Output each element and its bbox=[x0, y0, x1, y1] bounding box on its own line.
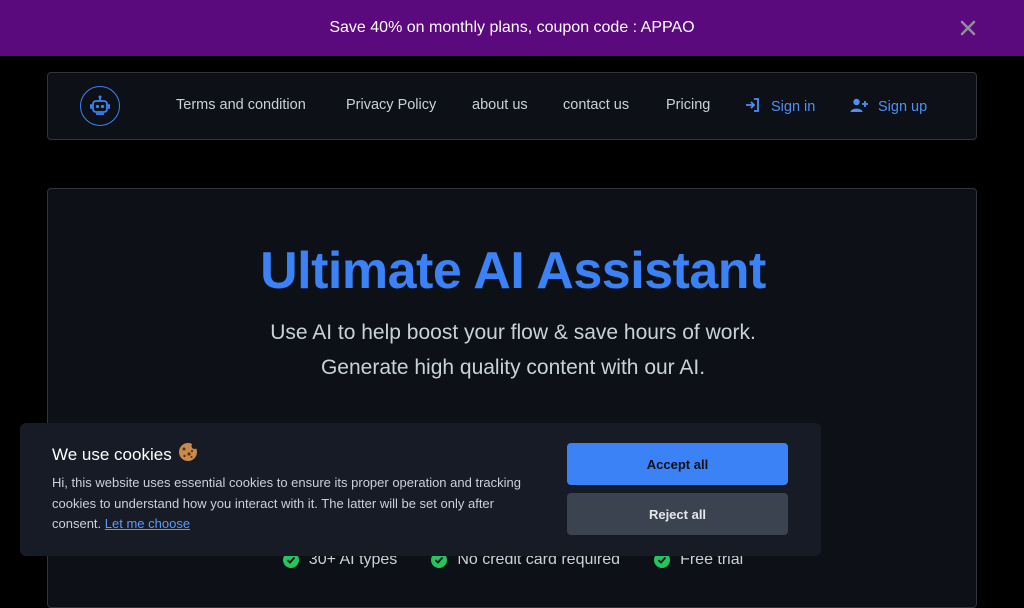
nav-link-about[interactable]: about us bbox=[472, 97, 528, 113]
cookie-title: We use cookies bbox=[52, 442, 198, 467]
promo-banner: Save 40% on monthly plans, coupon code :… bbox=[0, 0, 1024, 56]
nav-link-privacy[interactable]: Privacy Policy bbox=[346, 97, 436, 113]
nav-link-contact[interactable]: contact us bbox=[563, 97, 629, 113]
promo-text: Save 40% on monthly plans, coupon code :… bbox=[329, 19, 695, 36]
sign-in-label: Sign in bbox=[771, 99, 816, 115]
reject-all-button[interactable]: Reject all bbox=[567, 493, 788, 535]
sign-in-link[interactable]: Sign in bbox=[745, 97, 815, 117]
sign-up-label: Sign up bbox=[878, 99, 928, 115]
hero-subtitle: Use AI to help boost your flow & save ho… bbox=[270, 321, 756, 379]
sign-up-link[interactable]: Sign up bbox=[850, 97, 927, 117]
sign-in-icon bbox=[745, 97, 761, 117]
nav-link-terms[interactable]: Terms and condition bbox=[176, 97, 306, 113]
nav-link-pricing[interactable]: Pricing bbox=[666, 97, 710, 113]
cookie-banner: We use cookies Hi, this website uses ess… bbox=[20, 423, 821, 556]
cookie-icon bbox=[178, 442, 198, 467]
hero-title: Ultimate AI Assistant bbox=[260, 242, 766, 300]
robot-logo-icon[interactable] bbox=[80, 86, 120, 126]
cookie-description: Hi, this website uses essential cookies … bbox=[52, 473, 522, 535]
let-me-choose-link[interactable]: Let me choose bbox=[105, 516, 190, 531]
accept-all-button[interactable]: Accept all bbox=[567, 443, 788, 485]
cookie-title-text: We use cookies bbox=[52, 444, 172, 464]
user-plus-icon bbox=[850, 97, 868, 117]
close-icon[interactable] bbox=[958, 18, 978, 38]
navbar: Terms and condition Privacy Policy about… bbox=[47, 72, 977, 140]
